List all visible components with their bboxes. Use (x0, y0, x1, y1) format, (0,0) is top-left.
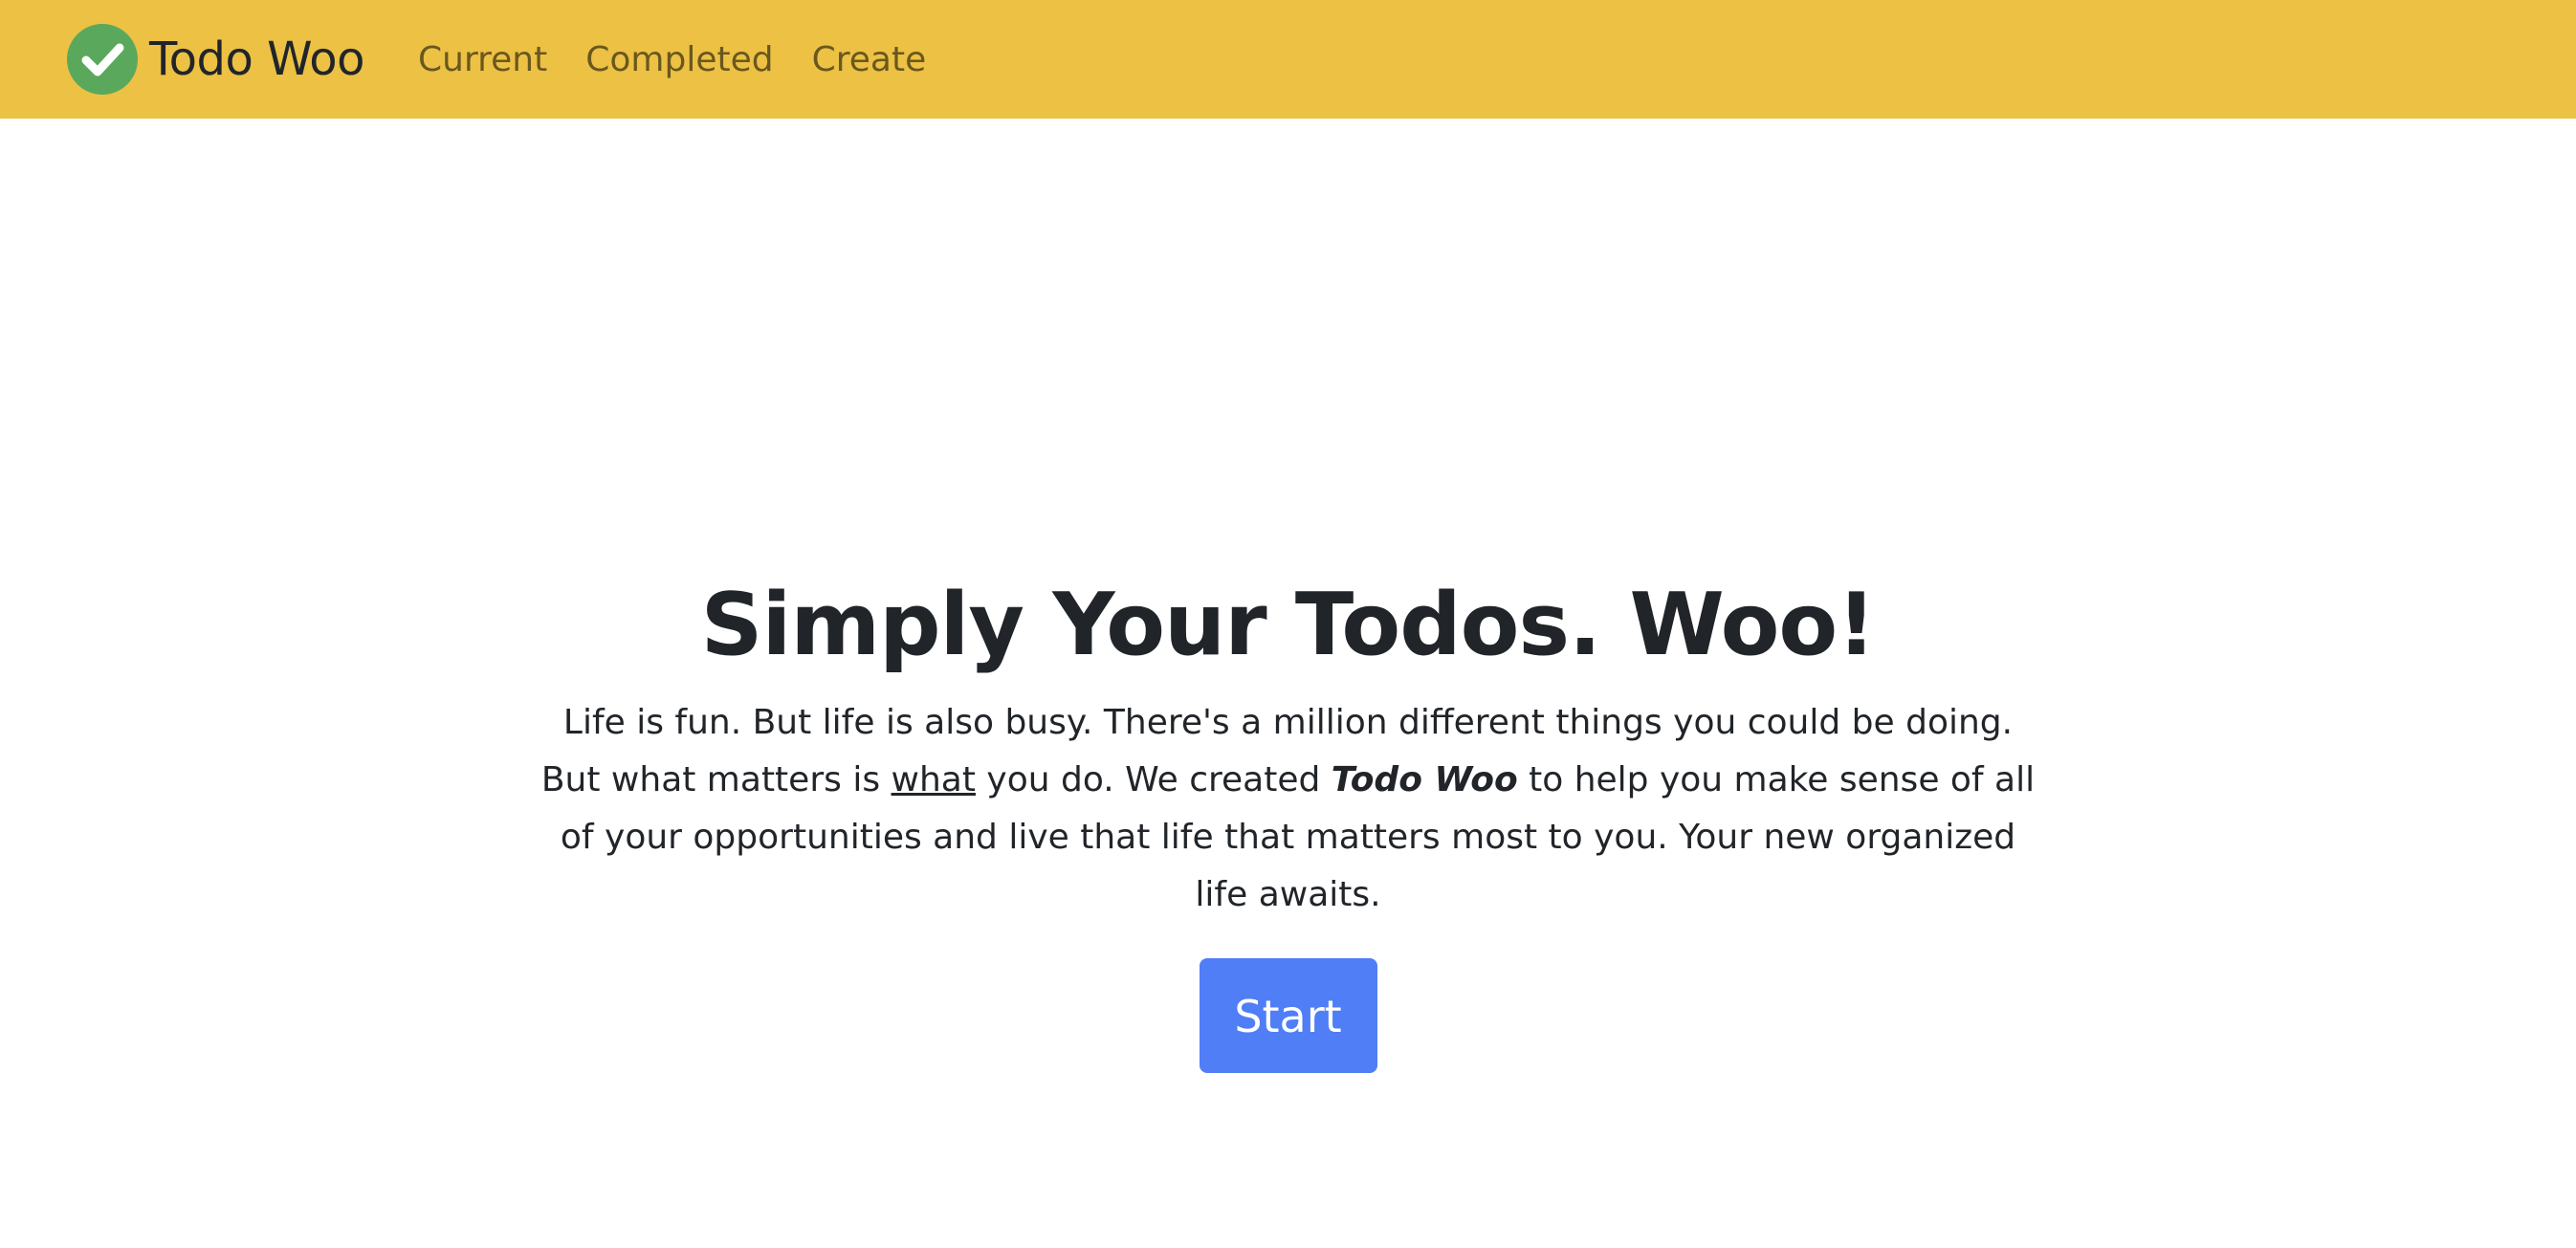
nav-link-completed[interactable]: Completed (585, 40, 773, 79)
hero-description: Life is fun. But life is also busy. Ther… (533, 694, 2044, 924)
brand-link[interactable]: Todo Woo (67, 24, 365, 95)
hero-section: Simply Your Todos. Woo! Life is fun. But… (0, 574, 2576, 1073)
hero-text-emphasis: Todo Woo (1331, 760, 1518, 799)
start-button[interactable]: Start (1199, 958, 1377, 1073)
hero-title: Simply Your Todos. Woo! (700, 575, 1877, 675)
check-circle-icon (67, 24, 138, 95)
hero-text-underlined: what (891, 760, 976, 799)
nav-link-current[interactable]: Current (418, 40, 547, 79)
top-navbar: Todo Woo Current Completed Create (0, 0, 2576, 119)
hero-text-part-2: you do. We created (975, 760, 1332, 799)
nav-link-create[interactable]: Create (812, 40, 927, 79)
brand-name: Todo Woo (149, 33, 365, 86)
